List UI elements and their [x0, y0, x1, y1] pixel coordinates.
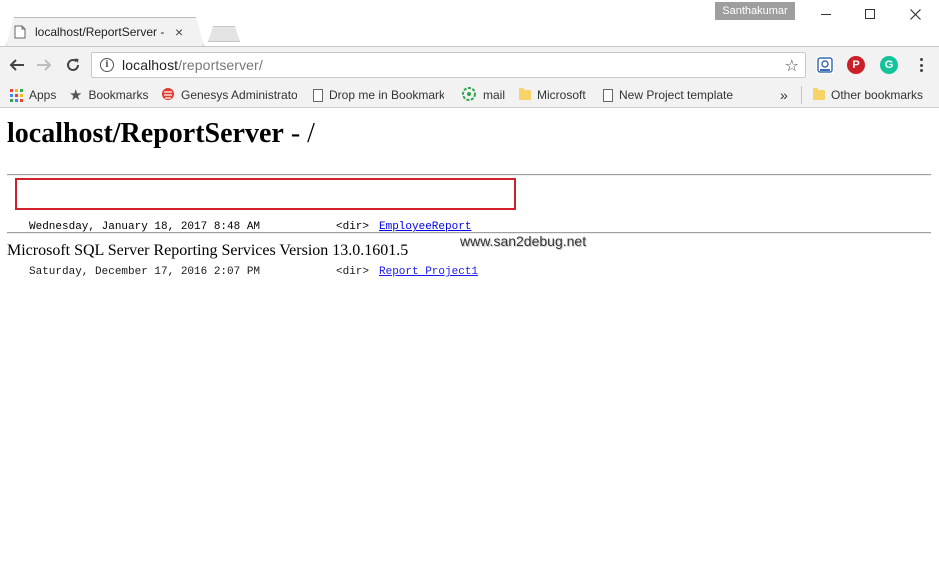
- site-info-icon[interactable]: i: [100, 58, 114, 72]
- server-version-text: Microsoft SQL Server Reporting Services …: [7, 242, 409, 259]
- page-icon: [603, 88, 613, 102]
- bookmark-drop-me[interactable]: Drop me in Bookmark: [313, 86, 444, 104]
- divider: [7, 174, 931, 176]
- bookmarks-overflow-button[interactable]: »: [780, 86, 788, 104]
- profile-button[interactable]: Santhakumar: [715, 2, 795, 20]
- window-close-button[interactable]: [892, 0, 938, 28]
- address-url[interactable]: localhost/reportserver/: [122, 57, 263, 73]
- bookmark-star-icon[interactable]: ☆: [785, 56, 799, 76]
- browser-toolbar: i localhost/reportserver/ ☆ P G: [0, 46, 939, 82]
- reload-icon: [67, 58, 79, 71]
- grammarly-icon[interactable]: G: [880, 56, 898, 74]
- tab-close-icon[interactable]: ×: [175, 25, 183, 39]
- page-title-rest: - /: [283, 118, 315, 149]
- entry-link-report-project1[interactable]: Report Project1: [379, 266, 478, 278]
- forward-button[interactable]: [32, 53, 56, 77]
- page-content: localhost/ReportServer - / Wednesday, Ja…: [0, 109, 939, 585]
- list-item: Saturday, December 17, 2016 2:07 PM <dir>…: [29, 265, 478, 280]
- watermark-text: www.san2debug.net: [460, 233, 587, 249]
- page-title-main: localhost/ReportServer: [7, 118, 284, 149]
- url-path: /reportserver/: [178, 57, 263, 73]
- entry-date: Saturday, December 17, 2016 2:07 PM: [29, 266, 261, 278]
- bookmark-label: Genesys Administrato: [181, 88, 297, 102]
- pinterest-icon[interactable]: P: [847, 56, 865, 74]
- bookmark-apps[interactable]: Apps: [10, 86, 56, 104]
- tab-title: localhost/ReportServer -: [35, 24, 165, 39]
- bookmark-label: Microsoft: [537, 88, 586, 102]
- entry-type: <dir>: [336, 266, 370, 278]
- back-button[interactable]: [5, 53, 29, 77]
- bookmark-label: New Project template: [619, 88, 734, 102]
- page-title: localhost/ReportServer - /: [7, 118, 315, 150]
- page-favicon-icon: [14, 25, 26, 39]
- bookmarks-bar: Apps ★ Bookmarks Genesys Administrato Dr…: [0, 82, 939, 108]
- bookmarks-divider: [801, 86, 802, 104]
- bookmark-label: Apps: [29, 88, 57, 102]
- forward-arrow-icon: [37, 59, 52, 71]
- apps-grid-icon: [10, 88, 23, 102]
- bookmark-microsoft[interactable]: Microsoft: [519, 86, 586, 104]
- bookmark-label: Bookmarks: [88, 88, 149, 102]
- new-tab-button[interactable]: [208, 26, 240, 42]
- back-arrow-icon: [9, 59, 24, 71]
- address-bar[interactable]: i localhost/reportserver/ ☆: [91, 52, 806, 78]
- browser-menu-icon[interactable]: [912, 56, 930, 74]
- bookmark-label: Other bookmarks: [831, 88, 924, 102]
- page-icon: [313, 88, 323, 102]
- bookmark-label: Drop me in Bookmark: [329, 88, 444, 102]
- bookmark-genesys[interactable]: Genesys Administrato: [161, 86, 297, 104]
- bookmark-bookmarks[interactable]: ★ Bookmarks: [69, 86, 148, 104]
- browser-titlebar: localhost/ReportServer - × Santhakumar: [0, 0, 939, 46]
- close-icon: [909, 8, 921, 20]
- bookmark-label: mail: [483, 88, 506, 102]
- bookmark-other-bookmarks[interactable]: Other bookmarks: [813, 86, 923, 104]
- maximize-icon: [865, 9, 875, 19]
- reload-button[interactable]: [61, 53, 85, 77]
- folder-icon: [519, 88, 531, 100]
- genesys-icon: [161, 87, 175, 104]
- url-host: localhost: [122, 57, 179, 73]
- mail-icon: [461, 86, 477, 105]
- extension-account-icon[interactable]: [816, 56, 834, 74]
- browser-tab-content[interactable]: localhost/ReportServer - ×: [14, 17, 198, 46]
- minimize-icon: [821, 13, 831, 15]
- star-icon: ★: [69, 87, 83, 104]
- bookmark-mail[interactable]: mail: [461, 86, 505, 104]
- folder-icon: [813, 88, 825, 100]
- bookmark-new-project[interactable]: New Project template: [603, 86, 734, 104]
- minimize-button[interactable]: [803, 0, 849, 28]
- maximize-button[interactable]: [847, 0, 893, 28]
